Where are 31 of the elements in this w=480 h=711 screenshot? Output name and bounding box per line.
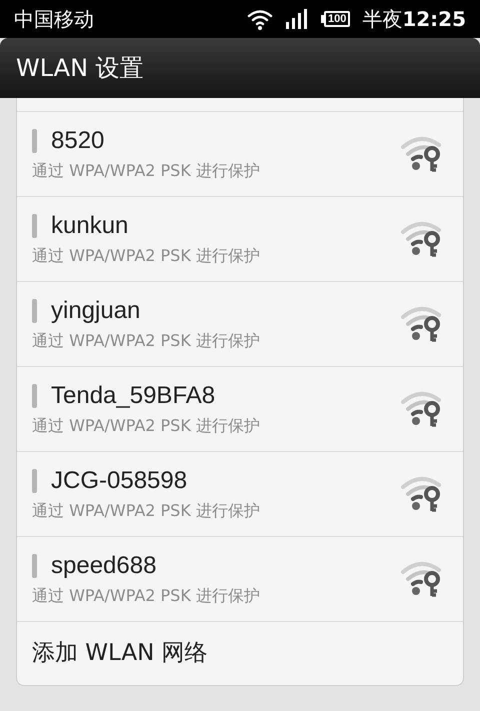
security-label: 通过 WPA/WPA2 PSK 进行保护 — [32, 415, 261, 437]
network-name: Tenda_59BFA8 — [51, 381, 216, 411]
network-name: JCG-058598 — [51, 466, 188, 496]
network-name: 8520 — [51, 126, 104, 156]
security-label: 通过 WPA/WPA2 PSK 进行保护 — [32, 585, 261, 607]
network-item[interactable]: speed688 通过 WPA/WPA2 PSK 进行保护 — [17, 537, 463, 622]
wifi-lock-icon — [401, 135, 443, 173]
network-item[interactable]: yingjuan 通过 WPA/WPA2 PSK 进行保护 — [17, 282, 463, 367]
battery-icon: 100 — [320, 11, 350, 27]
network-item[interactable]: Tenda_59BFA8 通过 WPA/WPA2 PSK 进行保护 — [17, 367, 463, 452]
network-name: kunkun — [51, 211, 128, 241]
wifi-lock-icon — [401, 390, 443, 428]
security-label: 通过 WPA/WPA2 PSK 进行保护 — [32, 500, 261, 522]
network-name: speed688 — [51, 551, 156, 581]
network-name: yingjuan — [51, 296, 140, 326]
screen-title: WLAN 设置 — [16, 53, 144, 84]
security-label: 通过 WPA/WPA2 PSK 进行保护 — [32, 330, 261, 352]
network-item[interactable]: JCG-058598 通过 WPA/WPA2 PSK 进行保护 — [17, 452, 463, 537]
network-item[interactable]: 8520 通过 WPA/WPA2 PSK 进行保护 — [17, 112, 463, 197]
wifi-lock-icon — [401, 305, 443, 343]
security-label: 通过 WPA/WPA2 PSK 进行保护 — [32, 160, 261, 182]
security-label: 通过 WPA/WPA2 PSK 进行保护 — [32, 245, 261, 267]
wifi-lock-icon — [401, 560, 443, 598]
add-network-item[interactable]: 添加 WLAN 网络 — [17, 622, 463, 685]
network-item[interactable]: kunkun 通过 WPA/WPA2 PSK 进行保护 — [17, 197, 463, 282]
wifi-lock-icon — [401, 220, 443, 258]
wifi-icon — [246, 8, 273, 30]
wifi-lock-icon — [401, 475, 443, 513]
clock-time: 半夜12:25 — [362, 6, 466, 33]
signal-icon — [284, 8, 309, 30]
carrier-name: 中国移动 — [14, 6, 94, 33]
